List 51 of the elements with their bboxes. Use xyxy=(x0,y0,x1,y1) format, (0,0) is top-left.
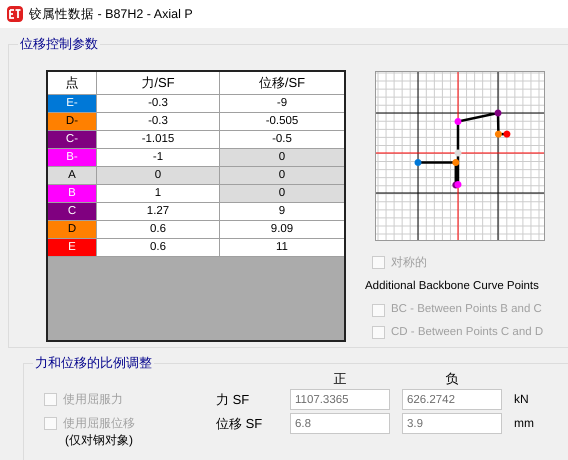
table-cell[interactable]: 0.6 xyxy=(97,239,219,256)
checkbox-label: 对称的 xyxy=(391,255,427,270)
section-label: Additional Backbone Curve Points xyxy=(365,280,540,294)
app-icon xyxy=(7,6,23,22)
checkbox-label: BC - Between Points B and C xyxy=(391,303,542,317)
field-label: 力 SF xyxy=(216,392,250,408)
column-header: 位移/SF xyxy=(220,72,344,94)
table-cell[interactable]: -0.3 xyxy=(97,113,219,130)
point-cell: D xyxy=(48,221,96,238)
table-cell[interactable]: 0.6 xyxy=(97,221,219,238)
checkbox-label: CD - Between Points C and D xyxy=(391,326,544,340)
table-cell[interactable]: -0.505 xyxy=(220,113,344,130)
column-header: 负 xyxy=(444,372,460,386)
window-title: 铰属性数据 - B87H2 - Axial P xyxy=(29,6,193,22)
table-cell: 0 xyxy=(97,167,219,184)
column-header: 正 xyxy=(332,372,348,386)
point-cell: C xyxy=(48,203,96,220)
table-cell[interactable]: -0.5 xyxy=(220,131,344,148)
column-header: 力/SF xyxy=(97,72,219,94)
input-field[interactable]: 1107.3365 xyxy=(290,389,390,410)
input-field[interactable]: 626.2742 xyxy=(402,389,502,410)
point-cell: E- xyxy=(48,95,96,112)
table-cell[interactable]: -0.3 xyxy=(97,95,219,112)
table-cell[interactable]: -1 xyxy=(97,149,219,166)
point-cell: C- xyxy=(48,131,96,148)
column-header: 点 xyxy=(48,72,96,94)
point-cell: B- xyxy=(48,149,96,166)
unit-label: kN xyxy=(514,392,530,407)
field-label: 位移 SF xyxy=(216,416,264,432)
table-cell[interactable]: 1 xyxy=(97,185,219,202)
table-cell[interactable]: -1.015 xyxy=(97,131,219,148)
table-cell[interactable]: 11 xyxy=(220,239,344,256)
input-field[interactable]: 3.9 xyxy=(402,413,502,434)
point-cell: E xyxy=(48,239,96,256)
table-cell: 0 xyxy=(220,185,344,202)
group-title: 位移控制参数 xyxy=(18,36,100,52)
table-cell[interactable]: 9 xyxy=(220,203,344,220)
point-cell: D- xyxy=(48,113,96,130)
checkbox-label: 使用屈服位移 xyxy=(63,416,135,431)
note-text: (仅对钢对象) xyxy=(65,434,134,447)
table-cell[interactable]: 1.27 xyxy=(97,203,219,220)
unit-label: mm xyxy=(514,416,535,431)
input-field[interactable]: 6.8 xyxy=(290,413,390,434)
table-cell: 0 xyxy=(220,149,344,166)
table-cell: 0 xyxy=(220,167,344,184)
point-cell: B xyxy=(48,185,96,202)
group-title: 力和位移的比例调整 xyxy=(33,355,154,371)
point-cell: A xyxy=(48,167,96,184)
table-cell[interactable]: 9.09 xyxy=(220,221,344,238)
checkbox-label: 使用屈服力 xyxy=(63,392,123,407)
table-cell[interactable]: -9 xyxy=(220,95,344,112)
